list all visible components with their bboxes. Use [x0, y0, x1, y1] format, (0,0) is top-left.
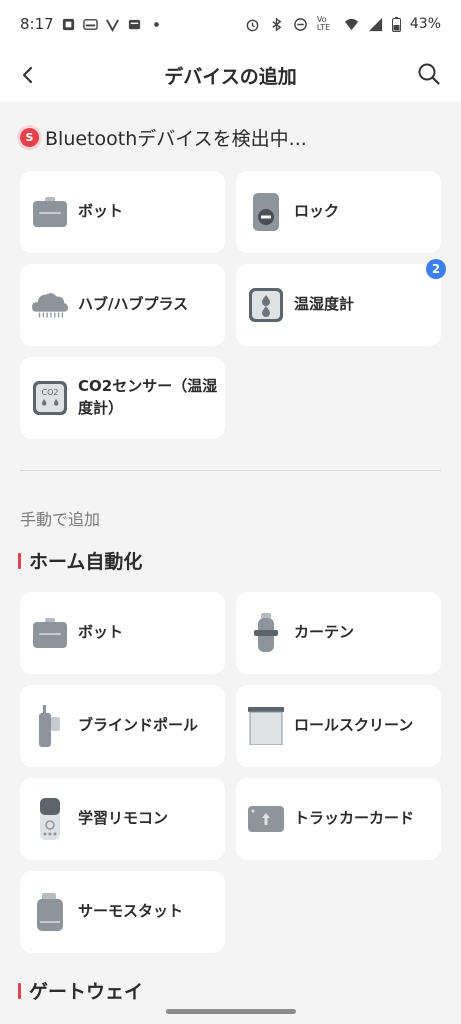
home-indicator[interactable]: [166, 1009, 296, 1014]
remote-icon: [32, 798, 68, 840]
section-accent-bar: [18, 552, 21, 569]
device-label: 学習リモコン: [78, 809, 169, 828]
section-title: ホーム自動化: [29, 551, 143, 573]
app-notification-icon: [62, 18, 74, 30]
detected-device-co2-sensor[interactable]: CO2 CO2センサー（温湿度計）: [20, 357, 225, 439]
device-label: ブラインドポール: [78, 716, 199, 735]
add-device-thermostat[interactable]: サーモスタット: [20, 871, 225, 953]
curtain-icon: [248, 613, 284, 653]
add-device-curtain[interactable]: カーテン: [236, 592, 441, 674]
meter-icon: [248, 285, 284, 325]
add-device-tracker-card[interactable]: トラッカーカード: [236, 778, 441, 860]
divider: [20, 470, 441, 471]
add-device-bot[interactable]: ボット: [20, 592, 225, 674]
battery-percent: 43%: [409, 16, 441, 32]
add-device-roller-shade[interactable]: ロールスクリーン: [236, 685, 441, 767]
leaf-icon: [105, 18, 119, 32]
device-label: カーテン: [294, 623, 355, 642]
device-label: サーモスタット: [78, 902, 184, 921]
wifi-icon: [344, 18, 358, 30]
pay-icon: [82, 18, 98, 30]
add-device-blind-tilt[interactable]: ブラインドポール: [20, 685, 225, 767]
device-label: ボット: [78, 202, 124, 221]
bluetooth-scan-header: S Bluetoothデバイスを検出中...: [20, 124, 307, 151]
device-label: ハブ/ハブプラス: [78, 295, 189, 314]
hub-icon: [32, 285, 68, 325]
manual-add-label: 手動で追加: [20, 510, 101, 529]
bot-icon: [32, 613, 68, 653]
thermostat-icon: [32, 892, 68, 932]
section-title: ゲートウェイ: [29, 981, 144, 1003]
bluetooth-icon: [272, 16, 282, 32]
roller-shade-icon: [248, 706, 284, 746]
detected-device-meter[interactable]: 温湿度計: [236, 264, 441, 346]
signal-icon: [368, 17, 382, 31]
section-home-automation: ホーム自動化: [18, 547, 142, 574]
device-label: ロック: [294, 202, 340, 221]
device-label: ボット: [78, 623, 124, 642]
scan-title: Bluetoothデバイスを検出中...: [45, 128, 307, 150]
device-label: CO2センサー（温湿度計）: [78, 377, 218, 417]
search-icon: [418, 63, 440, 85]
section-gateway: ゲートウェイ: [18, 977, 143, 1004]
device-label: 温湿度計: [294, 295, 355, 314]
alarm-icon: [246, 19, 259, 31]
dot-icon: [153, 21, 159, 27]
chevron-left-icon: [22, 66, 33, 84]
device-label: トラッカーカード: [294, 809, 415, 828]
status-time: 8:17: [20, 15, 54, 33]
page-title: デバイスの追加: [164, 65, 297, 88]
co2-sensor-icon: CO2: [32, 378, 68, 418]
bot-icon: [32, 192, 68, 232]
app-bar: デバイスの追加: [0, 48, 461, 102]
svg-text:CO2: CO2: [42, 388, 59, 397]
device-count-badge: 2: [426, 259, 446, 279]
device-label: ロールスクリーン: [294, 716, 414, 735]
section-accent-bar: [18, 982, 21, 999]
detected-device-hub[interactable]: ハブ/ハブプラス: [20, 264, 225, 346]
detected-device-lock[interactable]: ロック: [236, 171, 441, 253]
do-not-disturb-icon: [294, 17, 307, 31]
status-bar: 8:17 Vo LTE 43%: [0, 0, 461, 48]
lock-icon: [248, 192, 284, 232]
detected-device-bot[interactable]: ボット: [20, 171, 225, 253]
blind-tilt-icon: [32, 705, 68, 747]
message-icon: [128, 19, 140, 29]
lte-label: Vo LTE: [316, 15, 331, 32]
add-device-remote[interactable]: 学習リモコン: [20, 778, 225, 860]
battery-icon: [391, 16, 401, 32]
search-button[interactable]: [415, 60, 443, 88]
back-button[interactable]: [14, 61, 42, 89]
switchbot-logo-icon: S: [20, 128, 39, 147]
tracker-card-icon: [248, 799, 284, 839]
